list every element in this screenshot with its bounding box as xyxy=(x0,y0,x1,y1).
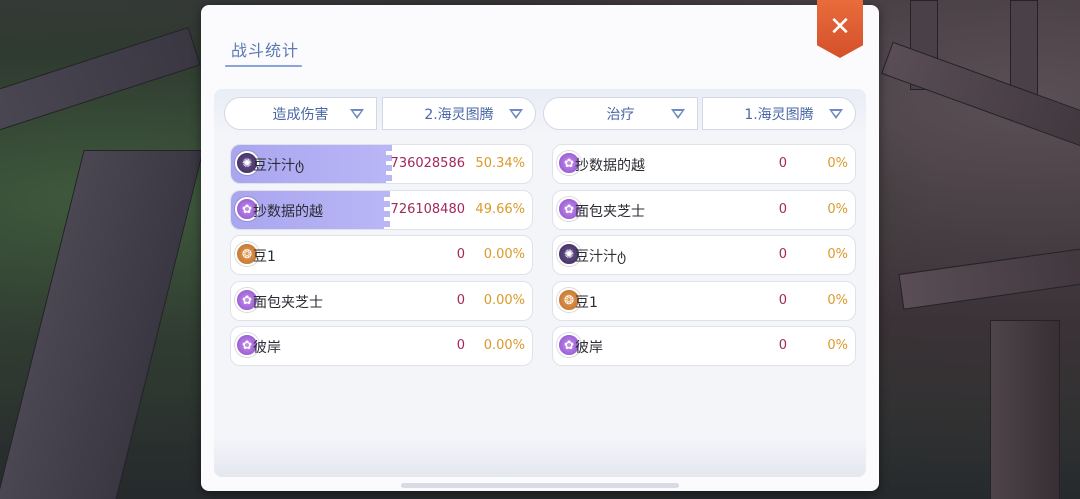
stat-percent: 50.34% xyxy=(475,156,525,171)
player-name: 豆1 xyxy=(575,294,598,311)
stat-row: ✺ 豆汁汁ტ 736028586 50.34% xyxy=(230,144,533,184)
stat-percent: 0% xyxy=(827,338,848,353)
player-name: 彼岸 xyxy=(575,340,603,356)
stat-row: ✿ 彼岸 0 0.00% xyxy=(230,326,533,366)
dropdown-value: 治疗 xyxy=(606,106,635,123)
stat-percent: 0.00% xyxy=(483,247,525,262)
stat-value: 736028586 xyxy=(390,156,465,171)
stat-value: 0 xyxy=(778,247,787,262)
stat-percent: 0.00% xyxy=(483,338,525,353)
dropdown-value: 造成伤害 xyxy=(272,106,329,123)
triangle-down-icon xyxy=(350,109,364,119)
triangle-down-icon xyxy=(671,109,685,119)
background-plank xyxy=(0,26,201,134)
player-name: 彼岸 xyxy=(253,340,281,356)
player-name: 面包夹芝士 xyxy=(575,203,645,220)
stat-percent: 0% xyxy=(827,247,848,262)
stat-row: ✿ 抄数据的越 0 0% xyxy=(552,144,856,184)
stat-row: ❂ 豆1 0 0% xyxy=(552,280,856,321)
right-round-dropdown[interactable]: 1.海灵图腾 xyxy=(702,97,856,130)
background-plank xyxy=(0,150,204,499)
stat-value: 0 xyxy=(456,247,465,262)
left-round-dropdown[interactable]: 2.海灵图腾 xyxy=(382,97,536,130)
player-name: 豆汁汁ტ xyxy=(253,158,305,174)
stat-percent: 0% xyxy=(827,156,848,171)
battle-stats-window: 战斗统计 ✕ 造成伤害 2.海灵图腾 治疗 1.海灵图腾 ✺ 豆汁汁ტ 736028… xyxy=(201,0,879,491)
stat-row: ✿ 面包夹芝士 0 0% xyxy=(552,189,856,230)
background-plank xyxy=(881,41,1080,153)
stat-percent: 0.00% xyxy=(483,292,525,308)
player-name: 抄数据的越 xyxy=(575,158,645,174)
stat-value: 0 xyxy=(456,292,465,308)
stat-value: 726108480 xyxy=(390,201,465,217)
horizontal-scrollbar[interactable] xyxy=(401,483,679,488)
stat-value: 0 xyxy=(778,156,787,171)
left-stat-type-dropdown[interactable]: 造成伤害 xyxy=(224,97,377,130)
dropdown-value: 1.海灵图腾 xyxy=(744,106,814,123)
stat-percent: 0% xyxy=(827,292,848,308)
player-name: 豆汁汁ტ xyxy=(575,249,627,265)
stat-row: ✺ 豆汁汁ტ 0 0% xyxy=(552,235,856,275)
close-icon: ✕ xyxy=(829,12,851,42)
window-title: 战斗统计 xyxy=(231,41,300,60)
stat-value: 0 xyxy=(778,292,787,308)
stat-percent: 49.66% xyxy=(475,201,525,217)
player-name: 豆1 xyxy=(253,249,276,265)
title-underline xyxy=(225,65,302,67)
triangle-down-icon xyxy=(829,109,843,119)
background-plank xyxy=(898,246,1080,310)
stat-value: 0 xyxy=(456,338,465,353)
stat-value: 0 xyxy=(778,338,787,353)
stat-row: ✿ 面包夹芝士 0 0.00% xyxy=(230,280,533,321)
stat-row: ✿ 彼岸 0 0% xyxy=(552,326,856,366)
right-stat-type-dropdown[interactable]: 治疗 xyxy=(543,97,698,130)
player-name: 抄数据的越 xyxy=(253,203,323,220)
close-button[interactable]: ✕ xyxy=(817,0,863,58)
stat-percent: 0% xyxy=(827,201,848,217)
background-plank xyxy=(990,320,1060,499)
stat-value: 0 xyxy=(778,201,787,217)
dropdown-value: 2.海灵图腾 xyxy=(424,106,494,123)
stat-row: ✿ 抄数据的越 726108480 49.66% xyxy=(230,189,533,230)
player-name: 面包夹芝士 xyxy=(253,294,323,311)
triangle-down-icon xyxy=(509,109,523,119)
stat-row: ❂ 豆1 0 0.00% xyxy=(230,235,533,275)
